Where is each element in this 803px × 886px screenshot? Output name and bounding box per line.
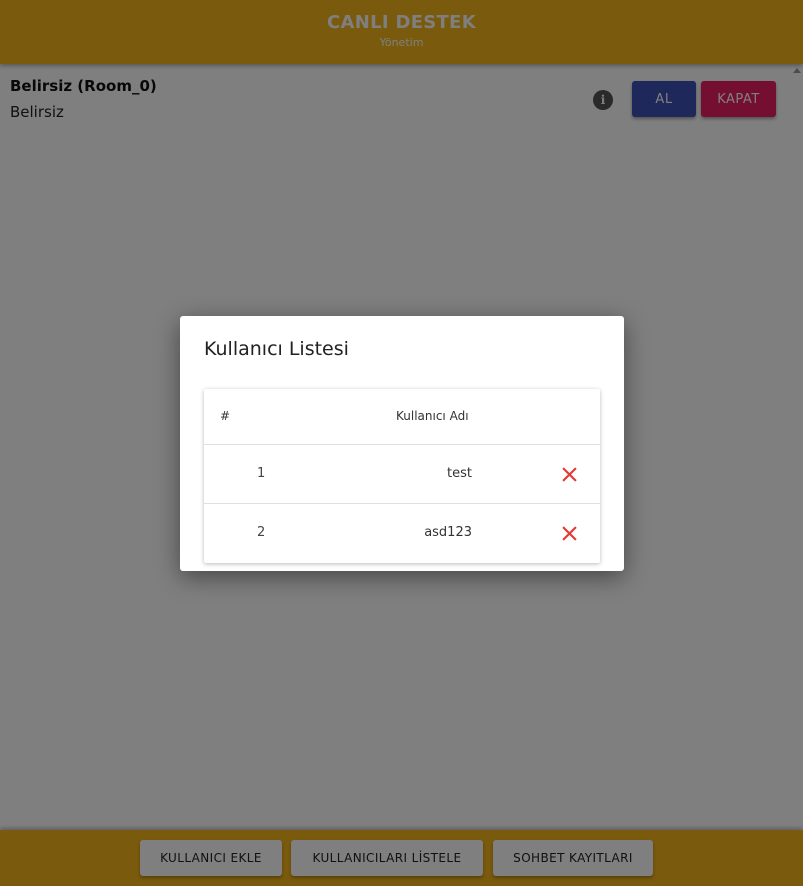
column-header-username: Kullanıcı Adı xyxy=(396,409,469,423)
row-username: asd123 xyxy=(424,525,472,540)
table-row: 1 test xyxy=(204,445,600,504)
table-header: # Kullanıcı Adı xyxy=(204,389,600,445)
row-username: test xyxy=(447,466,472,481)
table-row: 2 asd123 xyxy=(204,504,600,563)
row-number: 2 xyxy=(257,525,266,540)
row-number: 1 xyxy=(257,466,266,481)
dialog-title: Kullanıcı Listesi xyxy=(204,338,349,360)
close-icon[interactable] xyxy=(562,467,577,482)
column-header-number: # xyxy=(220,409,231,423)
close-icon[interactable] xyxy=(562,526,577,541)
app-root: CANLI DESTEK Yönetim Belirsiz (Room_0) B… xyxy=(0,0,803,886)
user-list-dialog: Kullanıcı Listesi # Kullanıcı Adı 1 test… xyxy=(180,316,624,571)
user-table: # Kullanıcı Adı 1 test 2 asd123 xyxy=(204,389,600,563)
